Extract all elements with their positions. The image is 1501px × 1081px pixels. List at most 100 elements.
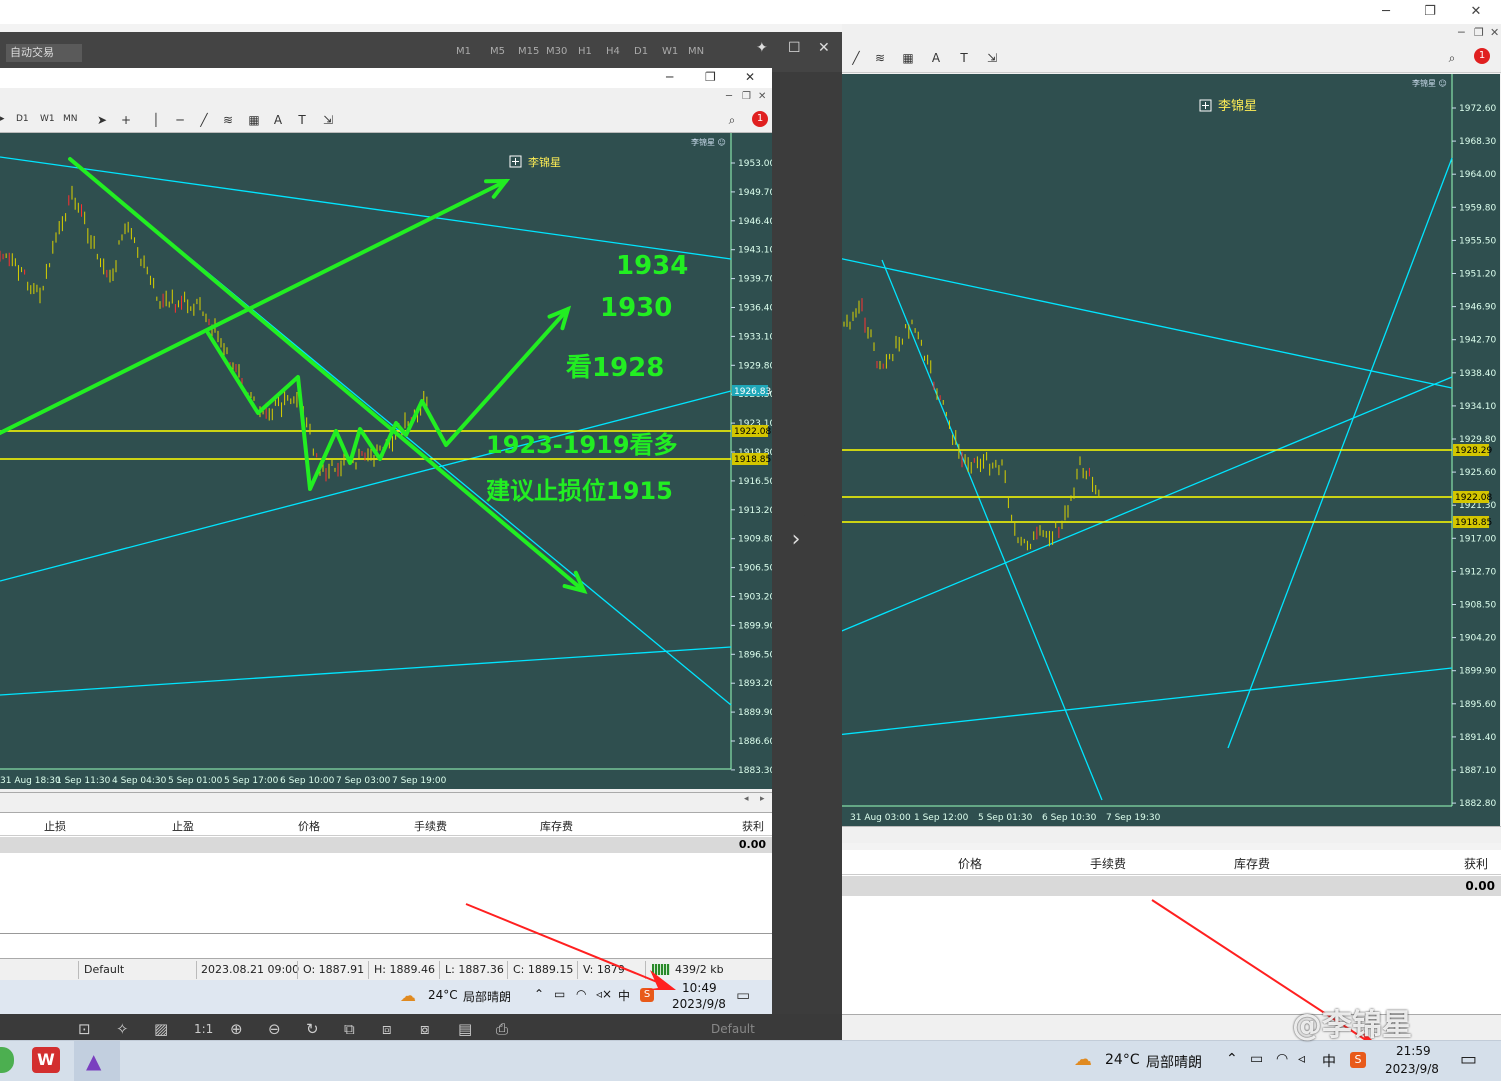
status-traffic: 439/2 kb <box>675 963 724 976</box>
price-tick-label: 1936.40 <box>738 304 772 314</box>
tf-w1-button[interactable]: W1 <box>40 114 55 124</box>
tf-mn[interactable]: MN <box>688 46 704 57</box>
tf-mn-button[interactable]: MN <box>63 114 78 124</box>
screenshot-icon[interactable]: ⧇ <box>420 1020 430 1038</box>
ime-indicator[interactable]: 中 <box>618 987 630 1004</box>
next-image-icon[interactable]: › <box>772 514 820 566</box>
sogou-input-icon[interactable]: S <box>640 988 654 1002</box>
col-swap[interactable]: 库存费 <box>540 818 573 834</box>
close-icon[interactable]: ✕ <box>818 40 830 56</box>
notification-badge[interactable]: 1 <box>1474 48 1490 64</box>
minimize-icon[interactable]: ─ <box>1374 2 1398 22</box>
tf-m1[interactable]: M1 <box>456 46 471 57</box>
print-icon[interactable]: ⎙ <box>496 1020 508 1038</box>
grid-tool-icon[interactable]: ▦ <box>244 110 264 130</box>
background-chart-scrollbar[interactable] <box>772 826 1501 843</box>
col-stop-loss[interactable]: 止损 <box>44 818 66 834</box>
grid-tool-icon[interactable]: ▦ <box>898 48 918 68</box>
restore-icon[interactable]: ❐ <box>1418 2 1442 22</box>
front-chart-scrollbar[interactable]: ◂ ▸ <box>0 792 772 809</box>
crosshair-icon[interactable]: + <box>116 110 136 130</box>
scroll-right-icon[interactable]: ▸ <box>760 794 765 804</box>
col-price[interactable]: 价格 <box>298 818 320 834</box>
col-commission[interactable]: 手续费 <box>1090 855 1126 872</box>
mdi-close-icon[interactable]: ✕ <box>1490 26 1499 39</box>
scroll-left-icon[interactable]: ◂ <box>744 794 749 804</box>
volume-mute-icon[interactable]: ◃× <box>596 987 612 1001</box>
col-take-profit[interactable]: 止盈 <box>172 818 194 834</box>
price-level-label: 1922.08 <box>734 427 771 437</box>
actual-size-button[interactable]: 1:1 <box>194 1022 213 1036</box>
mdi-restore-icon[interactable]: ❐ <box>1474 26 1484 39</box>
tf-m30[interactable]: M30 <box>546 46 567 57</box>
label-tool-icon[interactable]: T <box>292 110 312 130</box>
start-app-icon[interactable] <box>0 1047 14 1073</box>
status-profile[interactable]: Default <box>84 963 124 976</box>
horizontal-line-icon[interactable]: ─ <box>170 110 190 130</box>
notification-center-icon[interactable]: ▭ <box>1460 1049 1477 1070</box>
mdi-close-icon[interactable]: ✕ <box>758 91 766 102</box>
search-icon[interactable]: ⌕ <box>722 110 742 130</box>
price-tick-label: 1951.20 <box>1459 270 1496 280</box>
minimize-icon[interactable]: ─ <box>666 70 673 84</box>
save-icon[interactable]: ▤ <box>458 1020 472 1038</box>
maximize-icon[interactable]: ☐ <box>788 40 801 56</box>
col-price[interactable]: 价格 <box>958 855 982 872</box>
wifi-icon[interactable]: ◠ <box>1276 1051 1288 1067</box>
vertical-line-icon[interactable]: │ <box>146 110 166 130</box>
mdi-minimize-icon[interactable]: ─ <box>726 91 732 102</box>
notification-badge[interactable]: 1 <box>752 111 768 127</box>
col-profit[interactable]: 获利 <box>1464 855 1488 872</box>
notification-center-icon[interactable]: ▭ <box>736 986 750 1004</box>
arrows-tool-icon[interactable]: ⇲ <box>982 48 1002 68</box>
tf-h4[interactable]: H4 <box>606 46 620 57</box>
tf-m5[interactable]: M5 <box>490 46 505 57</box>
rotate-icon[interactable]: ↻ <box>306 1020 319 1038</box>
text-tool-icon[interactable]: A <box>926 48 946 68</box>
tf-w1[interactable]: W1 <box>662 46 678 57</box>
crop-icon[interactable]: ⧉ <box>344 1020 355 1038</box>
label-tool-icon[interactable]: T <box>954 48 974 68</box>
price-tick-label: 1896.50 <box>738 650 772 660</box>
wifi-icon[interactable]: ◠ <box>576 987 586 1001</box>
volume-icon[interactable]: ◃ <box>1298 1051 1305 1067</box>
time-tick-label: 7 Sep 03:00 <box>336 776 391 786</box>
compare-icon[interactable]: ⧈ <box>382 1020 392 1038</box>
battery-icon[interactable]: ▭ <box>1250 1051 1263 1067</box>
fibonacci-tool-icon[interactable]: ≋ <box>218 110 238 130</box>
close-icon[interactable]: ✕ <box>1464 2 1488 22</box>
tf-h1[interactable]: H1 <box>578 46 592 57</box>
col-profit[interactable]: 获利 <box>742 818 764 834</box>
tf-d1[interactable]: D1 <box>634 46 648 57</box>
arrows-tool-icon[interactable]: ⇲ <box>318 110 338 130</box>
ime-indicator[interactable]: 中 <box>1322 1051 1336 1071</box>
cursor-icon[interactable]: ➤ <box>92 110 112 130</box>
restore-icon[interactable]: ❐ <box>705 70 716 84</box>
price-tick-label: 1949.70 <box>738 188 772 198</box>
close-icon[interactable]: ✕ <box>745 70 755 84</box>
text-tool-icon[interactable]: A <box>268 110 288 130</box>
battery-icon[interactable]: ▭ <box>554 987 565 1001</box>
zoom-out-icon[interactable]: ⊖ <box>268 1020 281 1038</box>
sogou-input-icon[interactable]: S <box>1350 1052 1366 1068</box>
tray-expand-icon[interactable]: ⌃ <box>534 987 544 1001</box>
search-icon[interactable]: ⌕ <box>1442 48 1462 68</box>
col-swap[interactable]: 库存费 <box>1234 855 1270 872</box>
fibonacci-tool-icon[interactable]: ≋ <box>870 48 890 68</box>
active-app-highlight[interactable]: ▲ <box>74 1041 120 1081</box>
pin-icon[interactable]: ✦ <box>756 40 768 56</box>
mdi-restore-icon[interactable]: ❐ <box>742 91 751 102</box>
auto-trading-button[interactable]: 自动交易 <box>6 44 82 62</box>
tf-m15[interactable]: M15 <box>518 46 539 57</box>
mdi-minimize-icon[interactable]: ─ <box>1458 26 1465 39</box>
col-commission[interactable]: 手续费 <box>414 818 447 834</box>
trendline-tool-icon[interactable]: ╱ <box>846 48 866 68</box>
magic-wand-icon[interactable]: ✧ <box>116 1020 129 1038</box>
wps-office-icon[interactable]: W <box>32 1047 60 1073</box>
trendline-tool-icon[interactable]: ╱ <box>194 110 214 130</box>
tray-expand-icon[interactable]: ⌃ <box>1226 1051 1238 1067</box>
fit-window-icon[interactable]: ⊡ <box>78 1020 91 1038</box>
tf-d1-button[interactable]: D1 <box>16 114 29 124</box>
zoom-in-icon[interactable]: ⊕ <box>230 1020 243 1038</box>
edit-image-icon[interactable]: ▨ <box>154 1020 168 1038</box>
